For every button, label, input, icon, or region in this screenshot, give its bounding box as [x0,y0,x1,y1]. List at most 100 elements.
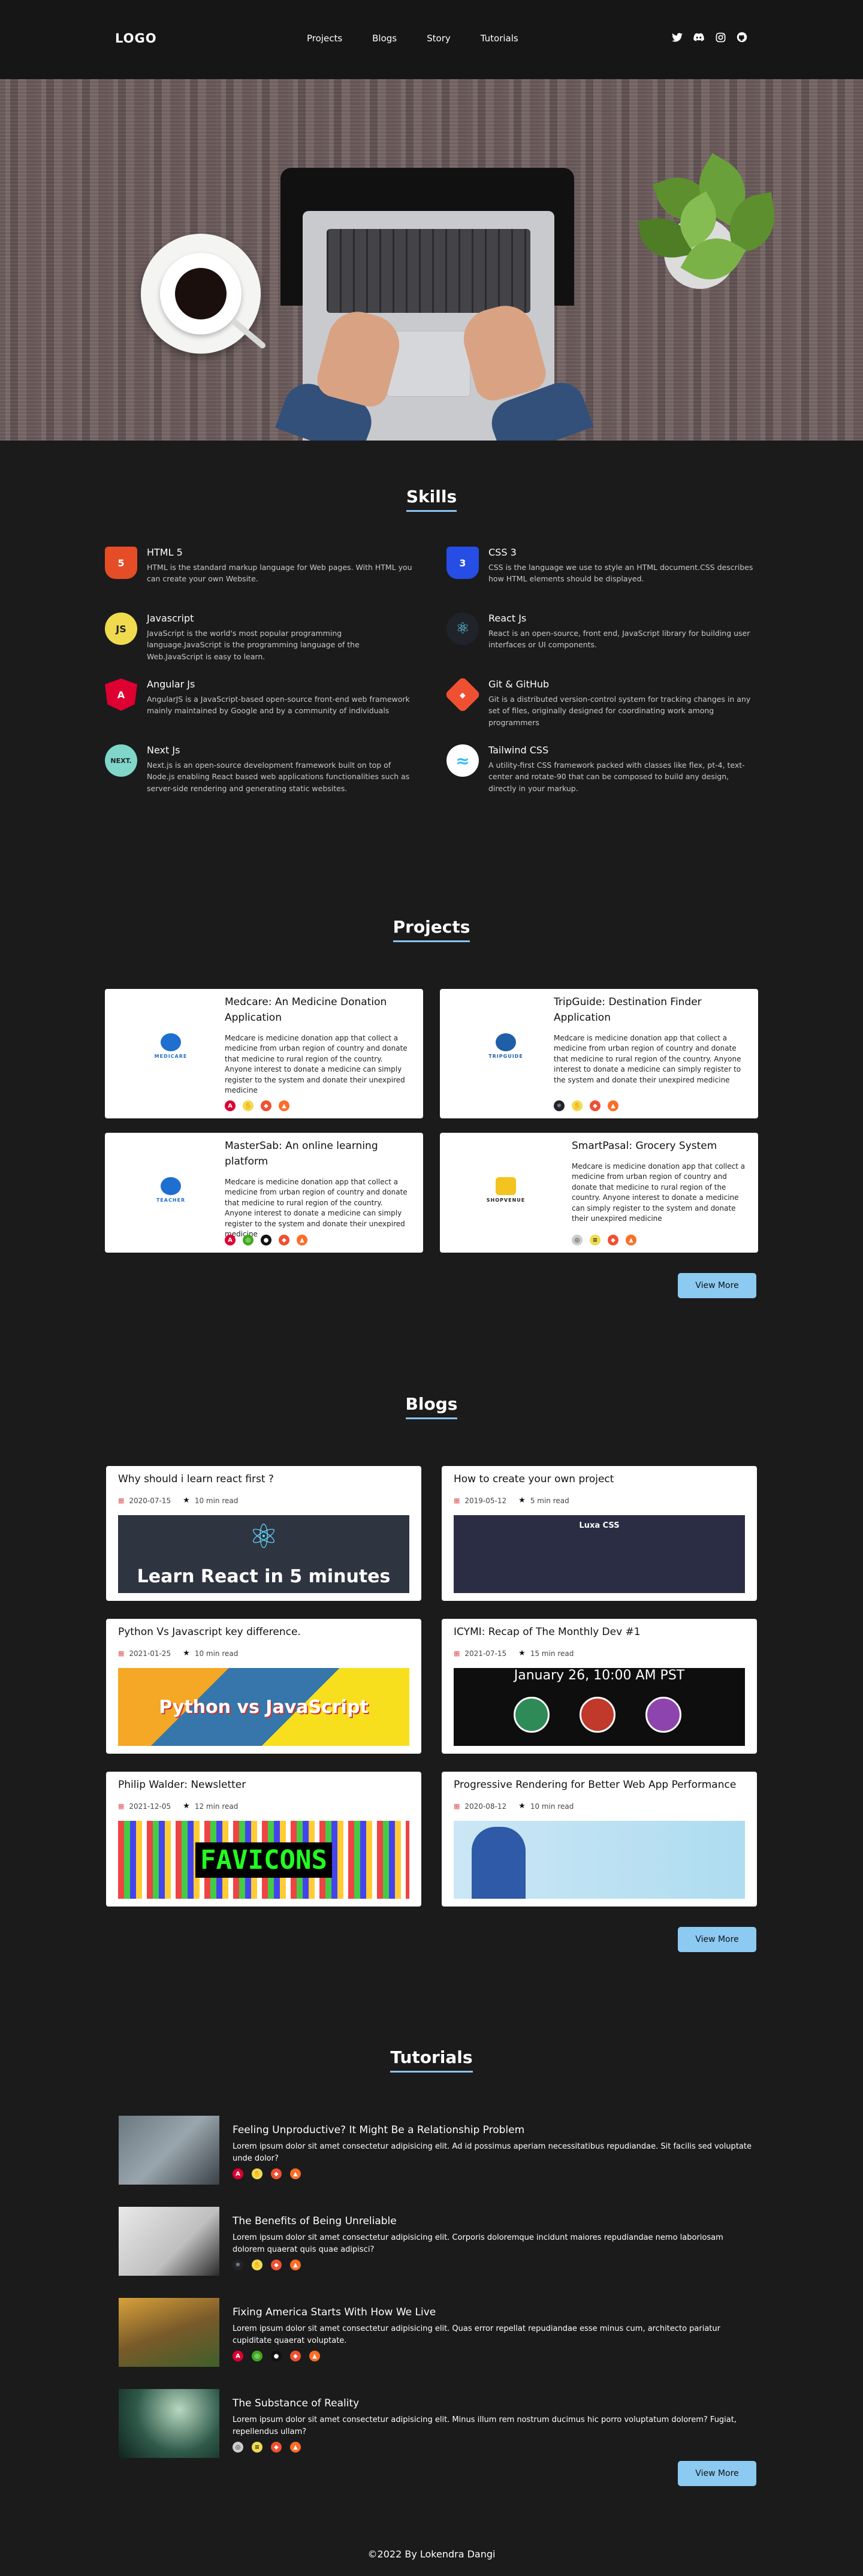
tech-stack-icons: ⚛ ✋ ◆ ▲ [554,1100,618,1111]
hand-icon: ✋ [243,1100,254,1111]
skill-text: React Js React is an open-source, front e… [488,613,758,654]
tutorial-item[interactable]: Fixing America Starts With How We Live Lo… [119,2298,754,2367]
project-logo-icon [161,1177,181,1195]
project-desc: Medcare is medicine donation app that co… [572,1162,746,1223]
angular-icon: A [233,2168,243,2179]
blog-title[interactable]: Python Vs Javascript key difference. [118,1626,415,1638]
nav-link-story[interactable]: Story [427,33,451,44]
blog-thumbnail[interactable]: Learn React in 5 minutes ⚛ [118,1515,409,1593]
tech-stack-icons: A ◎ ● ◆ ▲ [225,1235,307,1245]
skill-item: 3 CSS 3 CSS is the language we use to styl… [446,547,758,589]
tutorial-title[interactable]: Fixing America Starts With How We Live [233,2306,436,2318]
blog-thumbnail[interactable]: Luxa CSS [454,1515,745,1593]
tutorials-title: Tutorials [0,2047,863,2073]
tutorial-title[interactable]: Feeling Unproductive? It Might Be a Rela… [233,2124,524,2136]
angular-icon: A [225,1235,236,1245]
skill-name: HTML 5 [147,547,183,558]
gitlab-icon: ▲ [309,2351,320,2361]
angular-icon: A [105,678,137,711]
hero-image [0,79,863,441]
tutorial-desc: Lorem ipsum dolor sit amet consectetur a… [233,2233,723,2255]
blog-title[interactable]: How to create your own project [454,1473,751,1485]
blog-title[interactable]: Philip Walder: Newsletter [118,1779,415,1791]
project-title[interactable]: MasterSab: An online learning platform [225,1139,411,1169]
tailwind-icon: ≡ [252,2442,262,2453]
gitlab-icon: ▲ [626,1235,636,1245]
project-title[interactable]: SmartPasal: Grocery System [572,1139,746,1154]
tutorial-thumbnail[interactable] [119,2116,219,2185]
skill-desc: JavaScript is the world's most popular p… [147,629,360,661]
project-card[interactable]: TRIPGUIDE TripGuide: Destination Finder A… [440,989,758,1118]
git-icon: ◆ [271,2260,282,2270]
discord-icon[interactable] [693,31,705,43]
project-logo-icon [496,1033,516,1051]
tutorial-item[interactable]: The Benefits of Being Unreliable Lorem ip… [119,2207,754,2276]
angular-icon: A [225,1100,236,1111]
tech-stack-icons: ⚛ ✋ ◆ ▲ [233,2260,301,2270]
html5-icon: 5 [105,547,137,579]
project-card[interactable]: TEACHER MasterSab: An online learning pla… [105,1133,423,1253]
tutorial-thumbnail[interactable] [119,2389,219,2458]
tutorial-item[interactable]: Feeling Unproductive? It Might Be a Rela… [119,2116,754,2185]
github-icon[interactable] [736,31,748,43]
blog-read-time: 12 min read [194,1802,239,1811]
blog-thumbnail-text: Python vs JavaScript [159,1696,369,1718]
projects-view-more-button[interactable]: View More [678,1273,756,1298]
gitlab-icon: ▲ [290,2260,301,2270]
angular-icon: A [233,2351,243,2361]
nav-link-projects[interactable]: Projects [307,33,342,44]
hand-icon: ✋ [572,1100,583,1111]
skill-name: React Js [488,613,527,624]
blog-date: 2021-07-15 [464,1649,507,1658]
project-card[interactable]: SHOPVENUE SmartPasal: Grocery System Medca… [440,1133,758,1253]
tutorial-item[interactable]: The Substance of Reality Lorem ipsum dolo… [119,2389,754,2458]
twitter-icon[interactable] [671,31,683,43]
skill-name: Angular Js [147,678,195,690]
skill-desc: AngularJS is a JavaScript-based open-sou… [147,695,410,716]
project-title[interactable]: TripGuide: Destination Finder Applicatio… [554,995,746,1025]
blog-thumbnail[interactable]: Python vs JavaScript [118,1668,409,1746]
blog-thumbnail[interactable]: January 26, 10:00 AM PST [454,1668,745,1746]
instagram-icon[interactable] [714,31,726,43]
blog-thumbnail[interactable]: FAVICONS [118,1821,409,1899]
painter-figure [472,1827,526,1899]
blog-card[interactable]: Python Vs Javascript key difference. ▦ 202… [106,1619,421,1754]
blogs-view-more-button[interactable]: View More [678,1927,756,1952]
tutorial-title[interactable]: The Benefits of Being Unreliable [233,2215,397,2227]
project-logo-icon [161,1033,181,1051]
project-card[interactable]: MEDICARE Medcare: An Medicine Donation Ap… [105,989,423,1118]
blog-date: 2020-07-15 [129,1496,171,1505]
nav-link-tutorials[interactable]: Tutorials [481,33,518,44]
blog-title[interactable]: Progressive Rendering for Better Web App… [454,1779,751,1791]
node-icon: ◎ [572,1235,583,1245]
blog-card[interactable]: ICYMI: Recap of The Monthly Dev #1 ▦ 2021-… [442,1619,757,1754]
tutorial-title[interactable]: The Substance of Reality [233,2397,359,2409]
skill-item: 5 HTML 5 HTML is the standard markup langu… [105,547,417,589]
blog-date: 2019-05-12 [464,1496,507,1505]
tutorials-view-more-button[interactable]: View More [678,2461,756,2486]
blog-card[interactable]: Why should i learn react first ? ▦ 2020-07… [106,1466,421,1601]
gitlab-icon: ▲ [608,1100,618,1111]
logo[interactable]: LOGO [115,31,157,46]
skill-name: Git & GitHub [488,678,550,690]
blog-title[interactable]: Why should i learn react first ? [118,1473,415,1485]
blogs-title: Blogs [0,1394,863,1419]
project-title[interactable]: Medcare: An Medicine Donation Applicatio… [225,995,411,1025]
nav-link-blogs[interactable]: Blogs [372,33,397,44]
project-logo-text: TRIPGUIDE [488,1053,523,1059]
tutorial-thumbnail[interactable] [119,2298,219,2367]
blog-meta: ▦ 2021-07-15 ★ 15 min read [454,1649,574,1658]
blog-date: 2020-08-12 [464,1802,507,1811]
skill-text: Git & GitHub Git is a distributed version… [488,678,758,727]
blog-card[interactable]: How to create your own project ▦ 2019-05-1… [442,1466,757,1601]
git-icon: ◆ [608,1235,618,1245]
blog-thumbnail[interactable] [454,1821,745,1899]
blog-card[interactable]: Philip Walder: Newsletter ▦ 2021-12-05 ★ 12 … [106,1772,421,1907]
blog-title[interactable]: ICYMI: Recap of The Monthly Dev #1 [454,1626,751,1638]
blog-card[interactable]: Progressive Rendering for Better Web App… [442,1772,757,1907]
project-logo-text: TEACHER [156,1197,186,1203]
blog-meta: ▦ 2021-01-25 ★ 10 min read [118,1649,238,1658]
keyboard [327,229,530,313]
tutorial-thumbnail[interactable] [119,2207,219,2276]
speaker-avatar [514,1697,550,1733]
